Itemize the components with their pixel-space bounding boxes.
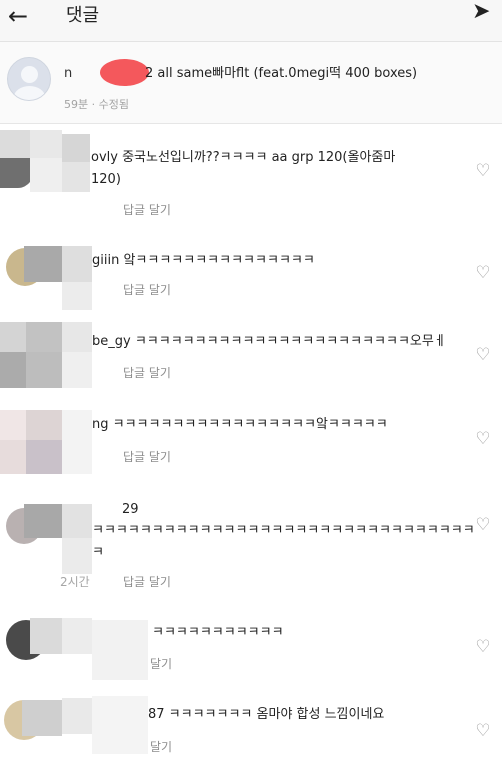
pixel-block xyxy=(62,134,90,162)
comment-text: giiin 앜ㅋㅋㅋㅋㅋㅋㅋㅋㅋㅋㅋㅋㅋㅋㅋ xyxy=(92,253,315,268)
pixel-block xyxy=(24,504,62,538)
reply-button[interactable]: 답글 달기 xyxy=(123,201,171,218)
pixel-block xyxy=(62,322,92,352)
caption-meta: 59분 · 수정됨 xyxy=(64,98,129,111)
caption-text: 2 all same빠마flt (feat.0megi떡 400 boxes) xyxy=(145,66,418,81)
default-avatar[interactable] xyxy=(7,57,51,101)
post-caption: n 2 all same빠마flt (feat.0megi떡 400 boxes… xyxy=(0,42,502,124)
heart-icon[interactable]: ♡ xyxy=(474,638,492,656)
pixel-block xyxy=(30,158,62,192)
comment-text: 29 xyxy=(122,502,139,517)
reply-button[interactable]: 달기 xyxy=(150,738,172,755)
pixel-block xyxy=(62,282,92,310)
comment-text: ㅋ xyxy=(92,545,104,560)
pixel-block xyxy=(62,352,92,388)
caption-username[interactable]: n xyxy=(64,66,72,81)
top-bar: ← 댓글 ➤ xyxy=(0,0,502,42)
comment-row: giiin 앜ㅋㅋㅋㅋㅋㅋㅋㅋㅋㅋㅋㅋㅋㅋㅋ 답글 달기 ♡ xyxy=(0,238,502,314)
pixel-block xyxy=(26,322,62,352)
heart-icon[interactable]: ♡ xyxy=(474,430,492,448)
pixel-block xyxy=(62,246,92,282)
pixel-block xyxy=(62,698,92,734)
heart-icon[interactable]: ♡ xyxy=(474,346,492,364)
pixel-block xyxy=(30,618,62,654)
pixel-block xyxy=(0,130,30,158)
pixel-block xyxy=(0,410,26,440)
avatar-body xyxy=(14,86,45,100)
comment-row: ng ㅋㅋㅋㅋㅋㅋㅋㅋㅋㅋㅋㅋㅋㅋㅋㅋㅋ앜ㅋㅋㅋㅋㅋ 답글 달기 ♡ xyxy=(0,404,502,486)
comment-text: ovly 중국노선입니까??ㅋㅋㅋㅋ aa grp 120(올아줌마 xyxy=(91,150,396,165)
pixel-block xyxy=(0,352,26,388)
pixel-block xyxy=(30,130,62,158)
heart-icon[interactable]: ♡ xyxy=(474,264,492,282)
comment-row: 87 ㅋㅋㅋㅋㅋㅋㅋ 옴마야 합성 느낌이네요 달기 ♡ xyxy=(0,692,502,758)
comment-text: ng ㅋㅋㅋㅋㅋㅋㅋㅋㅋㅋㅋㅋㅋㅋㅋㅋㅋ앜ㅋㅋㅋㅋㅋ xyxy=(92,417,388,432)
pixel-block xyxy=(92,696,148,754)
pixel-block xyxy=(62,504,92,538)
reply-button[interactable]: 달기 xyxy=(150,655,172,672)
heart-icon[interactable]: ♡ xyxy=(474,516,492,534)
comment-text: 87 ㅋㅋㅋㅋㅋㅋㅋ 옴마야 합성 느낌이네요 xyxy=(148,707,385,722)
pixel-block xyxy=(26,352,62,388)
send-icon[interactable]: ➤ xyxy=(472,0,498,26)
pixel-block xyxy=(62,410,92,474)
pixel-block xyxy=(26,440,62,474)
pixel-block xyxy=(26,410,62,440)
heart-icon[interactable]: ♡ xyxy=(474,162,492,180)
back-arrow-icon[interactable]: ← xyxy=(8,2,42,32)
comment-text: ㅋㅋㅋㅋㅋㅋㅋㅋㅋㅋㅋㅋㅋㅋㅋㅋㅋㅋㅋㅋㅋㅋㅋㅋㅋㅋㅋㅋㅋㅋㅋㅋ xyxy=(92,523,475,538)
page-title: 댓글 xyxy=(66,5,100,26)
pixel-block xyxy=(22,700,62,736)
pixel-block xyxy=(62,538,92,574)
comment-row: be_gy ㅋㅋㅋㅋㅋㅋㅋㅋㅋㅋㅋㅋㅋㅋㅋㅋㅋㅋㅋㅋㅋㅋㅋ오무ㅔ 답글 달기 ♡ xyxy=(0,318,502,400)
avatar-head xyxy=(21,66,38,83)
redaction-mark xyxy=(100,59,149,86)
reply-button[interactable]: 답글 달기 xyxy=(123,573,171,590)
reply-button[interactable]: 답글 달기 xyxy=(123,281,171,298)
comment-row: ㅋㅋㅋㅋㅋㅋㅋㅋㅋㅋㅋ 달기 ♡ xyxy=(0,614,502,684)
comment-text: 120) xyxy=(91,172,121,187)
comment-text: ㅋㅋㅋㅋㅋㅋㅋㅋㅋㅋㅋ xyxy=(152,625,284,640)
comment-time: 2시간 xyxy=(60,575,90,589)
pixel-block xyxy=(24,246,62,282)
pixel-block xyxy=(0,440,26,474)
pixel-block xyxy=(62,162,90,192)
reply-button[interactable]: 답글 달기 xyxy=(123,364,171,381)
comment-row: ovly 중국노선입니까??ㅋㅋㅋㅋ aa grp 120(올아줌마 120) … xyxy=(0,124,502,228)
reply-button[interactable]: 답글 달기 xyxy=(123,448,171,465)
comment-row: 29 ㅋㅋㅋㅋㅋㅋㅋㅋㅋㅋㅋㅋㅋㅋㅋㅋㅋㅋㅋㅋㅋㅋㅋㅋㅋㅋㅋㅋㅋㅋㅋㅋ ㅋ 2시… xyxy=(0,494,502,598)
comment-text: be_gy ㅋㅋㅋㅋㅋㅋㅋㅋㅋㅋㅋㅋㅋㅋㅋㅋㅋㅋㅋㅋㅋㅋㅋ오무ㅔ xyxy=(92,334,446,349)
pixel-block xyxy=(0,322,26,352)
pixel-block xyxy=(62,618,92,654)
heart-icon[interactable]: ♡ xyxy=(474,722,492,740)
pixel-block xyxy=(92,620,148,680)
